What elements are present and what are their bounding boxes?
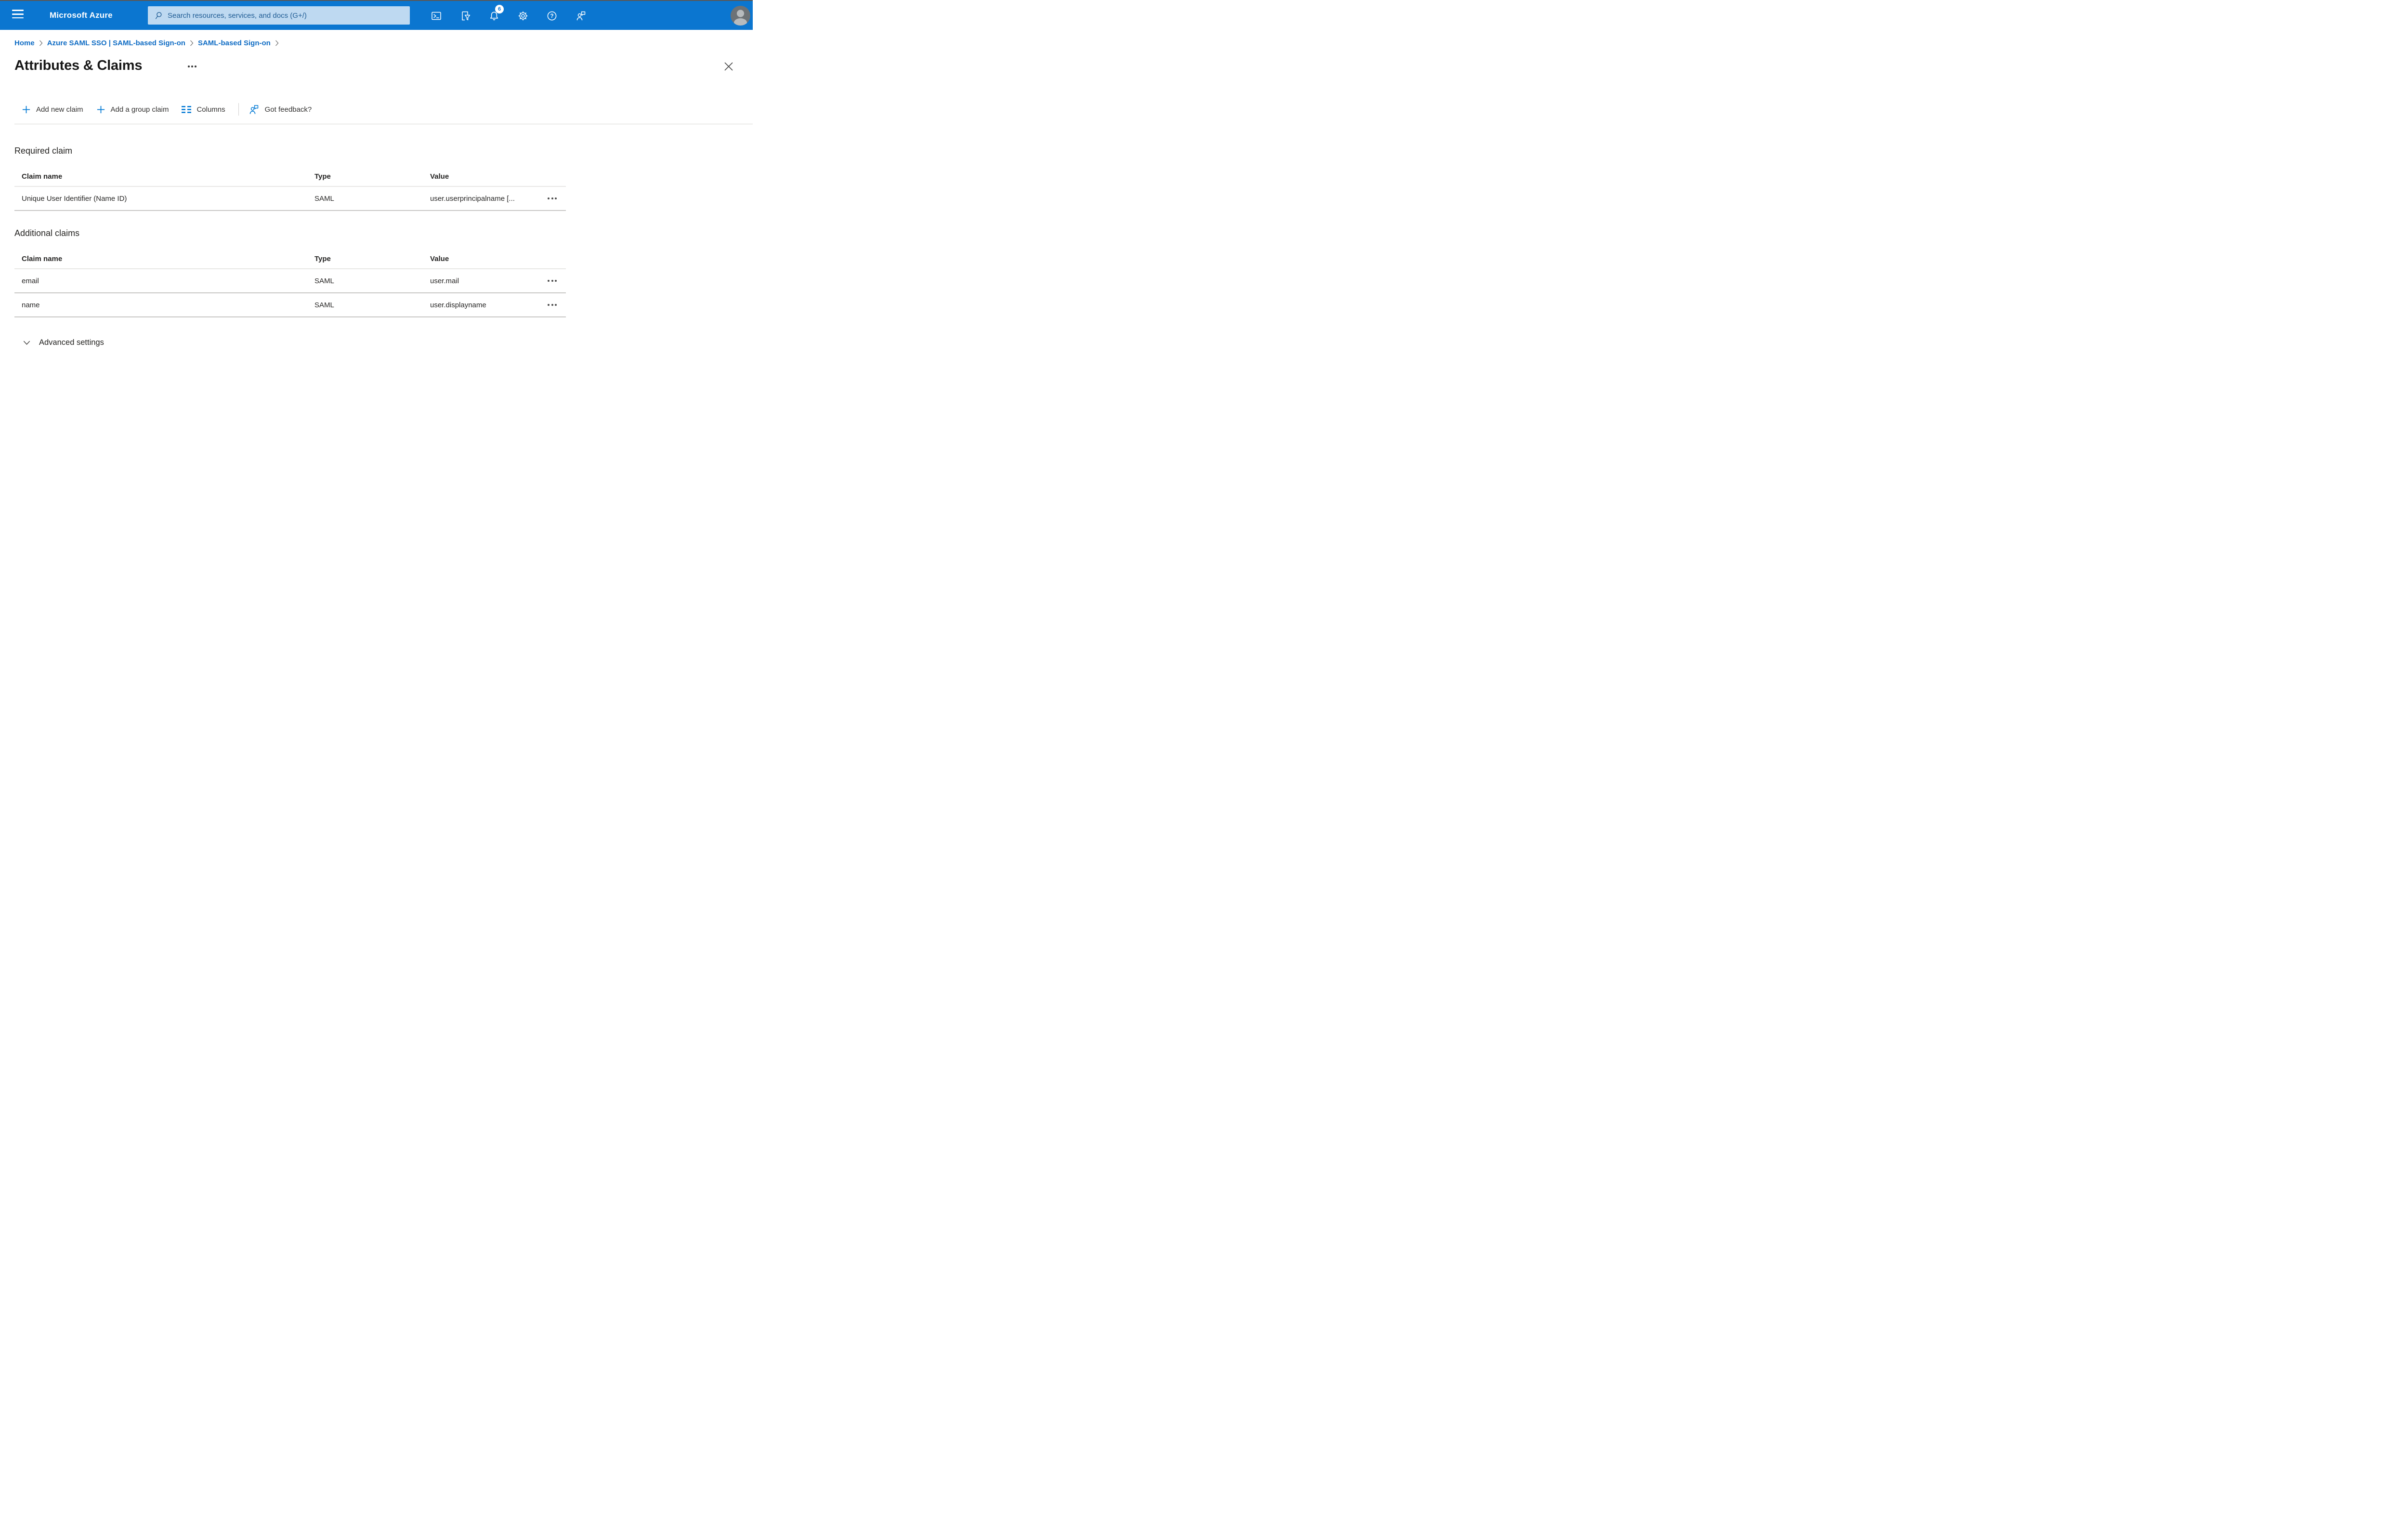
toolbar-divider xyxy=(238,103,239,116)
breadcrumb-link-home[interactable]: Home xyxy=(14,39,35,47)
got-feedback-button[interactable]: Got feedback? xyxy=(248,104,312,115)
plus-icon xyxy=(22,105,30,113)
claim-type-cell: SAML xyxy=(314,194,334,203)
feedback-icon xyxy=(249,105,258,114)
claim-value-cell: user.displayname xyxy=(430,301,486,309)
additional-claims-heading: Additional claims xyxy=(14,228,80,238)
required-claims-table: Claim name Type Value Unique User Identi… xyxy=(14,167,566,211)
help-button[interactable]: ? xyxy=(546,10,558,22)
brand-title[interactable]: Microsoft Azure xyxy=(50,1,113,30)
feedback-button[interactable] xyxy=(575,10,587,22)
search-input[interactable] xyxy=(168,11,405,20)
breadcrumb-separator-icon xyxy=(275,40,279,46)
help-icon: ? xyxy=(547,11,557,21)
breadcrumb: Home Azure SAML SSO | SAML-based Sign-on… xyxy=(14,38,283,48)
column-header-claim-name: Claim name xyxy=(22,254,63,263)
avatar-icon xyxy=(731,6,750,26)
table-row-unique-user-identifier[interactable]: Unique User Identifier (Name ID) SAML us… xyxy=(14,187,566,211)
notification-badge: 6 xyxy=(495,5,504,13)
row-menu-button[interactable] xyxy=(545,196,560,201)
more-icon xyxy=(547,304,550,306)
ellipsis-icon xyxy=(188,66,190,67)
settings-button[interactable] xyxy=(517,10,529,22)
add-group-claim-button[interactable]: Add a group claim xyxy=(96,105,169,114)
global-search-box[interactable] xyxy=(148,6,410,25)
advanced-settings-toggle[interactable]: Advanced settings xyxy=(22,338,104,347)
topbar: Microsoft Azure Search resources, servic… xyxy=(0,1,753,30)
breadcrumb-link-sso[interactable]: Azure SAML SSO | SAML-based Sign-on xyxy=(47,39,185,47)
table-row-email[interactable]: email SAML user.mail xyxy=(14,269,566,293)
breadcrumb-link-saml-signon[interactable]: SAML-based Sign-on xyxy=(198,39,271,47)
additional-claims-table: Claim name Type Value email SAML user.ma… xyxy=(14,249,566,317)
search-icon xyxy=(155,12,162,19)
add-new-claim-button[interactable]: Add new claim xyxy=(22,105,83,114)
claim-value-cell: user.userprincipalname [... xyxy=(430,194,515,203)
cloud-shell-icon xyxy=(432,12,441,20)
close-icon xyxy=(724,62,733,71)
column-header-claim-name: Claim name xyxy=(22,172,63,181)
gear-icon xyxy=(518,11,528,21)
breadcrumb-separator-icon xyxy=(39,40,43,46)
page-context-menu-button[interactable] xyxy=(186,63,198,70)
filter-icon xyxy=(462,11,471,21)
breadcrumb-separator-icon xyxy=(190,40,194,46)
svg-text:?: ? xyxy=(550,13,553,19)
claim-name-cell: Unique User Identifier (Name ID) xyxy=(22,194,127,203)
column-header-type: Type xyxy=(314,172,331,181)
table-header-row: Claim name Type Value xyxy=(14,167,566,187)
plus-icon xyxy=(97,105,105,113)
avatar[interactable] xyxy=(731,6,750,26)
claim-name-cell: name xyxy=(22,301,40,309)
more-icon xyxy=(547,280,550,282)
claim-type-cell: SAML xyxy=(314,301,334,309)
columns-icon xyxy=(182,105,192,113)
close-button[interactable] xyxy=(721,60,736,74)
table-row-name[interactable]: name SAML user.displayname xyxy=(14,293,566,317)
hamburger-menu-button[interactable] xyxy=(11,9,25,22)
claim-type-cell: SAML xyxy=(314,276,334,285)
column-header-value: Value xyxy=(430,172,449,181)
table-header-row: Claim name Type Value xyxy=(14,249,566,269)
chevron-down-icon xyxy=(23,341,30,345)
row-menu-button[interactable] xyxy=(545,278,560,284)
cloud-shell-button[interactable] xyxy=(431,10,442,22)
subscriptions-filter-button[interactable] xyxy=(459,10,471,22)
claim-name-cell: email xyxy=(22,276,39,285)
hamburger-icon xyxy=(12,10,24,11)
row-menu-button[interactable] xyxy=(545,302,560,308)
columns-button[interactable]: Columns xyxy=(182,105,225,114)
more-icon xyxy=(547,197,550,199)
column-header-type: Type xyxy=(314,254,331,263)
claim-value-cell: user.mail xyxy=(430,276,459,285)
column-header-value: Value xyxy=(430,254,449,263)
command-bar: Add new claim Add a group claim Columns xyxy=(22,99,325,120)
page-title: Attributes & Claims xyxy=(14,58,143,73)
required-claim-heading: Required claim xyxy=(14,146,73,156)
azure-portal-window: Microsoft Azure Search resources, servic… xyxy=(0,0,753,381)
feedback-person-icon xyxy=(576,11,586,21)
